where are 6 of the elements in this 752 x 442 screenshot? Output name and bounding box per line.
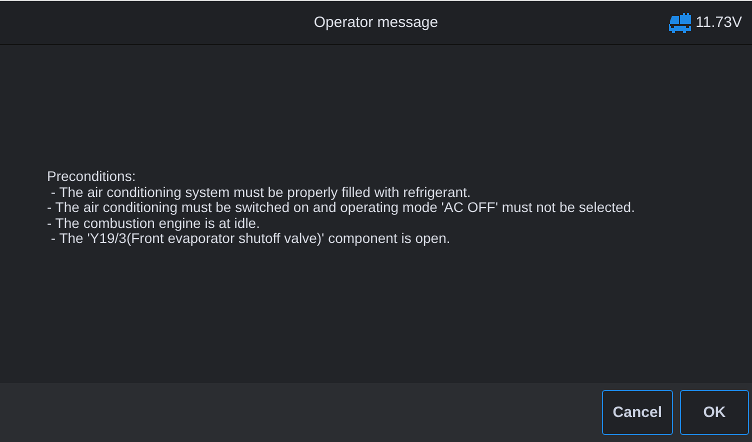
window-title: Operator message	[312, 14, 440, 31]
ok-button[interactable]: OK	[680, 390, 749, 435]
voltage-reading: 11.73V	[696, 14, 742, 31]
cancel-button[interactable]: Cancel	[602, 390, 673, 435]
message-text: Preconditions: - The air conditioning system must be properly filled with refrigerant. - The air conditioning must be switched on and operating mode 'AC OFF' must not be selected. - The combustion engine is at idle. - The 'Y19/3(Front evaporator shutoff valve)' component is open.	[47, 169, 635, 247]
car-battery-icon	[668, 12, 691, 32]
